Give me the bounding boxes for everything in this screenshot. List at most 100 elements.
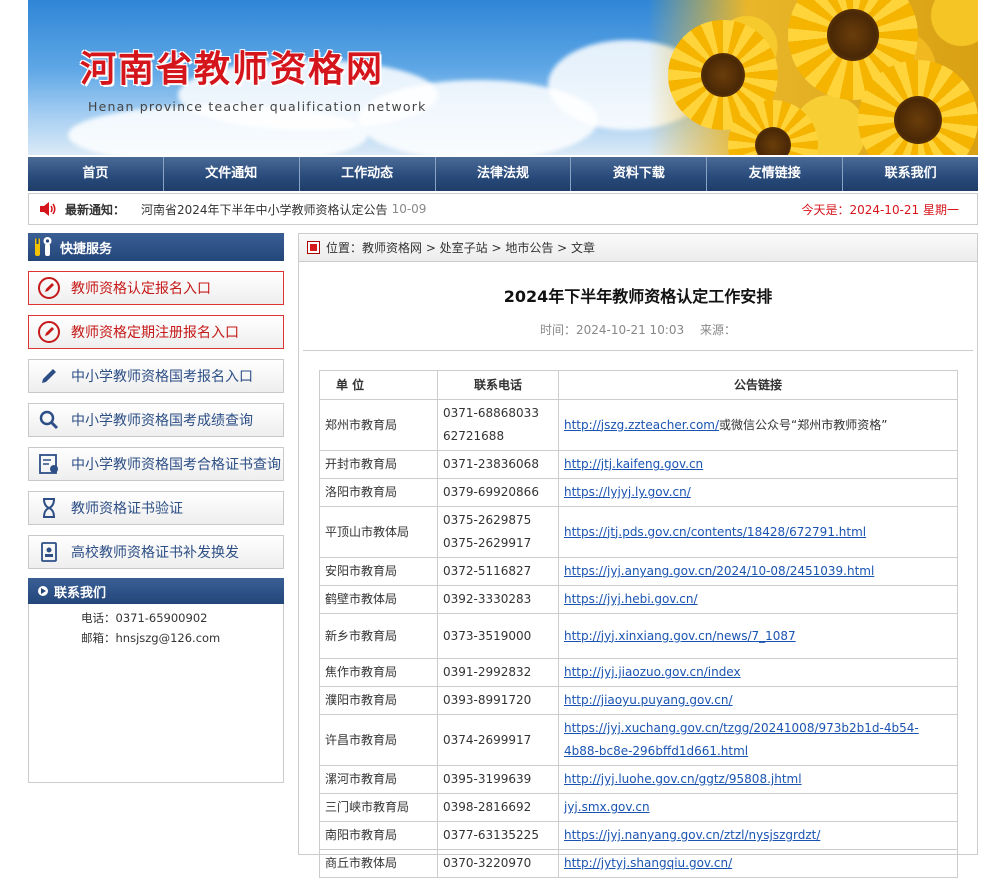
announcement-link[interactable]: https://jtj.pds.gov.cn/contents/18428/67… (564, 525, 866, 539)
phone-cell: 0372-5116827 (437, 557, 559, 586)
link-cell: http://jyj.luohe.gov.cn/ggtz/95808.jhtml (558, 765, 958, 794)
phone-number: 62721688 (443, 429, 505, 443)
unit-cell: 濮阳市教育局 (319, 686, 438, 715)
announcement-link[interactable]: https://jyj.anyang.gov.cn/2024/10-08/245… (564, 564, 874, 578)
table-row: 洛阳市教育局 0379-69920866 https://lyjyj.ly.gov.… (319, 478, 958, 507)
service-button-5[interactable]: 教师资格证书验证 (28, 491, 284, 525)
link-cell: http://jtj.kaifeng.gov.cn (558, 450, 958, 479)
service-label: 教师资格定期注册报名入口 (71, 325, 239, 341)
search-icon (36, 407, 62, 433)
announcement-link[interactable]: http://jyj.luohe.gov.cn/ggtz/95808.jhtml (564, 772, 802, 786)
site-subtitle: Henan province teacher qualification net… (88, 99, 427, 114)
table-row: 新乡市教育局 0373-3519000 http://jyj.xinxiang.go… (319, 613, 958, 659)
contact-title: 联系我们 (54, 585, 107, 601)
service-button-3[interactable]: 中小学教师资格国考成绩查询 (28, 403, 284, 437)
announcement-link[interactable]: http://jszg.zzteacher.com/ (564, 418, 719, 432)
announcement-link[interactable]: https://lyjyj.ly.gov.cn/ (564, 485, 691, 499)
phone-cell: 0371-68868033 62721688 (437, 399, 559, 451)
quick-service-header: 快捷服务 (28, 233, 284, 261)
announcement-link[interactable]: http://jtj.kaifeng.gov.cn (564, 457, 703, 471)
nav-downloads[interactable]: 资料下载 (571, 157, 708, 191)
article-panel: 位置：教师资格网 > 处室子站 > 地市公告 > 文章 2024年下半年教师资格… (298, 233, 978, 878)
nav-links[interactable]: 友情链接 (707, 157, 844, 191)
announcement-link[interactable]: jyj.smx.gov.cn (564, 800, 650, 814)
link-cell: http://jiaoyu.puyang.gov.cn/ (558, 686, 958, 715)
pencil-circle-icon (36, 319, 62, 345)
link-cell: https://jyj.anyang.gov.cn/2024/10-08/245… (558, 557, 958, 586)
service-label: 教师资格认定报名入口 (71, 281, 211, 297)
pencil-icon (36, 363, 62, 389)
page: 河南省教师资格网 Henan province teacher qualific… (28, 0, 978, 225)
unit-cell: 三门峡市教育局 (319, 793, 438, 822)
unit-cell: 南阳市教育局 (319, 821, 438, 850)
service-button-0[interactable]: 教师资格认定报名入口 (28, 271, 284, 305)
service-button-1[interactable]: 教师资格定期注册报名入口 (28, 315, 284, 349)
announcement-link[interactable]: http://jytyj.shangqiu.gov.cn/ (564, 856, 732, 870)
announcement-link[interactable]: https://jyj.xuchang.gov.cn/tzgg/20241008… (564, 721, 919, 758)
announcement-link[interactable]: http://jiaoyu.puyang.gov.cn/ (564, 693, 733, 707)
announcement-link[interactable]: http://jyj.jiaozuo.gov.cn/index (564, 665, 741, 679)
arrow-circle-icon (38, 586, 48, 596)
phone-cell: 0377-63135225 (437, 821, 559, 850)
service-button-4[interactable]: 中小学教师资格国考合格证书查询 (28, 447, 284, 481)
contact-info: 电话：0371-65900902 邮箱：hnsjszg@126.com (28, 604, 284, 783)
service-label: 教师资格证书验证 (71, 501, 183, 517)
phone-number: 0391-2992832 (443, 665, 532, 679)
announcement-link[interactable]: https://jyj.hebi.gov.cn/ (564, 592, 698, 606)
phone-number: 0372-5116827 (443, 564, 532, 578)
notice-link[interactable]: 河南省2024年下半年中小学教师资格认定公告 (141, 201, 388, 218)
unit-cell: 焦作市教育局 (319, 658, 438, 687)
announcement-link[interactable]: http://jyj.xinxiang.gov.cn/news/7_1087 (564, 629, 796, 643)
phone-cell: 0391-2992832 (437, 658, 559, 687)
link-cell: https://jyj.hebi.gov.cn/ (558, 585, 958, 614)
header-banner: 河南省教师资格网 Henan province teacher qualific… (28, 0, 978, 155)
contact-phone: 电话：0371-65900902 (81, 611, 208, 625)
phone-number: 0371-68868033 (443, 406, 539, 420)
announcement-link[interactable]: https://jyj.nanyang.gov.cn/ztzl/nysjszgr… (564, 828, 820, 842)
phone-number: 0395-3199639 (443, 772, 532, 786)
nav-work-news[interactable]: 工作动态 (300, 157, 436, 191)
phone-cell: 0374-2699917 (437, 714, 559, 766)
phone-number: 0374-2699917 (443, 732, 532, 747)
contact-email: 邮箱：hnsjszg@126.com (81, 631, 221, 645)
col-link: 公告链接 (558, 370, 958, 400)
service-label: 高校教师资格证书补发换发 (71, 545, 239, 561)
unit-cell: 鹤壁市教体局 (319, 585, 438, 614)
nav-contact[interactable]: 联系我们 (843, 157, 978, 191)
contact-table: 单 位 联系电话 公告链接 郑州市教育局 0371-68868033 6272168… (319, 370, 958, 878)
table-row: 开封市教育局 0371-23836068 http://jtj.kaifeng.go… (319, 450, 958, 479)
today-date: 今天是：2024-10-21 星期一 (801, 202, 959, 217)
main-nav: 首页 文件通知 工作动态 法律法规 资料下载 友情链接 联系我们 (28, 157, 978, 191)
notice-bar: 最新通知： 河南省2024年下半年中小学教师资格认定公告 10-09 今天是：2… (28, 193, 978, 225)
phone-cell: 0371-23836068 (437, 450, 559, 479)
article-meta: 时间：2024-10-21 10:03 来源： (299, 321, 977, 338)
speaker-icon (40, 202, 56, 216)
service-label: 中小学教师资格国考合格证书查询 (71, 457, 281, 473)
service-button-2[interactable]: 中小学教师资格国考报名入口 (28, 359, 284, 393)
service-label: 中小学教师资格国考成绩查询 (71, 413, 253, 429)
phone-cell: 0375-2629875 0375-2629917 (437, 506, 559, 558)
table-row: 鹤壁市教体局 0392-3330283 https://jyj.hebi.gov.c… (319, 585, 958, 614)
nav-home[interactable]: 首页 (28, 157, 164, 191)
table-row: 许昌市教育局 0374-2699917 https://jyj.xuchang.go… (319, 714, 958, 766)
article-time: 时间：2024-10-21 10:03 (540, 323, 685, 337)
service-button-6[interactable]: 高校教师资格证书补发换发 (28, 535, 284, 569)
table-row: 安阳市教育局 0372-5116827 https://jyj.anyang.gov… (319, 557, 958, 586)
nav-notices[interactable]: 文件通知 (164, 157, 300, 191)
phone-number: 0370-3220970 (443, 856, 532, 870)
table-row: 漯河市教育局 0395-3199639 http://jyj.luohe.gov.c… (319, 765, 958, 794)
link-cell: http://jyj.xinxiang.gov.cn/news/7_1087 (558, 613, 958, 659)
phone-cell: 0379-69920866 (437, 478, 559, 507)
link-cell: https://jyj.xuchang.gov.cn/tzgg/20241008… (558, 714, 958, 766)
tools-icon (35, 237, 52, 256)
phone-cell: 0373-3519000 (437, 613, 559, 659)
unit-cell: 洛阳市教育局 (319, 478, 438, 507)
service-label: 中小学教师资格国考报名入口 (71, 369, 253, 385)
table-row: 平顶山市教体局 0375-2629875 0375-2629917 https://j… (319, 506, 958, 558)
phone-number: 0392-3330283 (443, 592, 532, 606)
notice-label: 最新通知： (65, 202, 126, 217)
nav-laws[interactable]: 法律法规 (436, 157, 572, 191)
phone-cell: 0398-2816692 (437, 793, 559, 822)
unit-cell: 新乡市教育局 (319, 613, 438, 659)
breadcrumb-text[interactable]: 位置：教师资格网 > 处室子站 > 地市公告 > 文章 (326, 239, 595, 256)
